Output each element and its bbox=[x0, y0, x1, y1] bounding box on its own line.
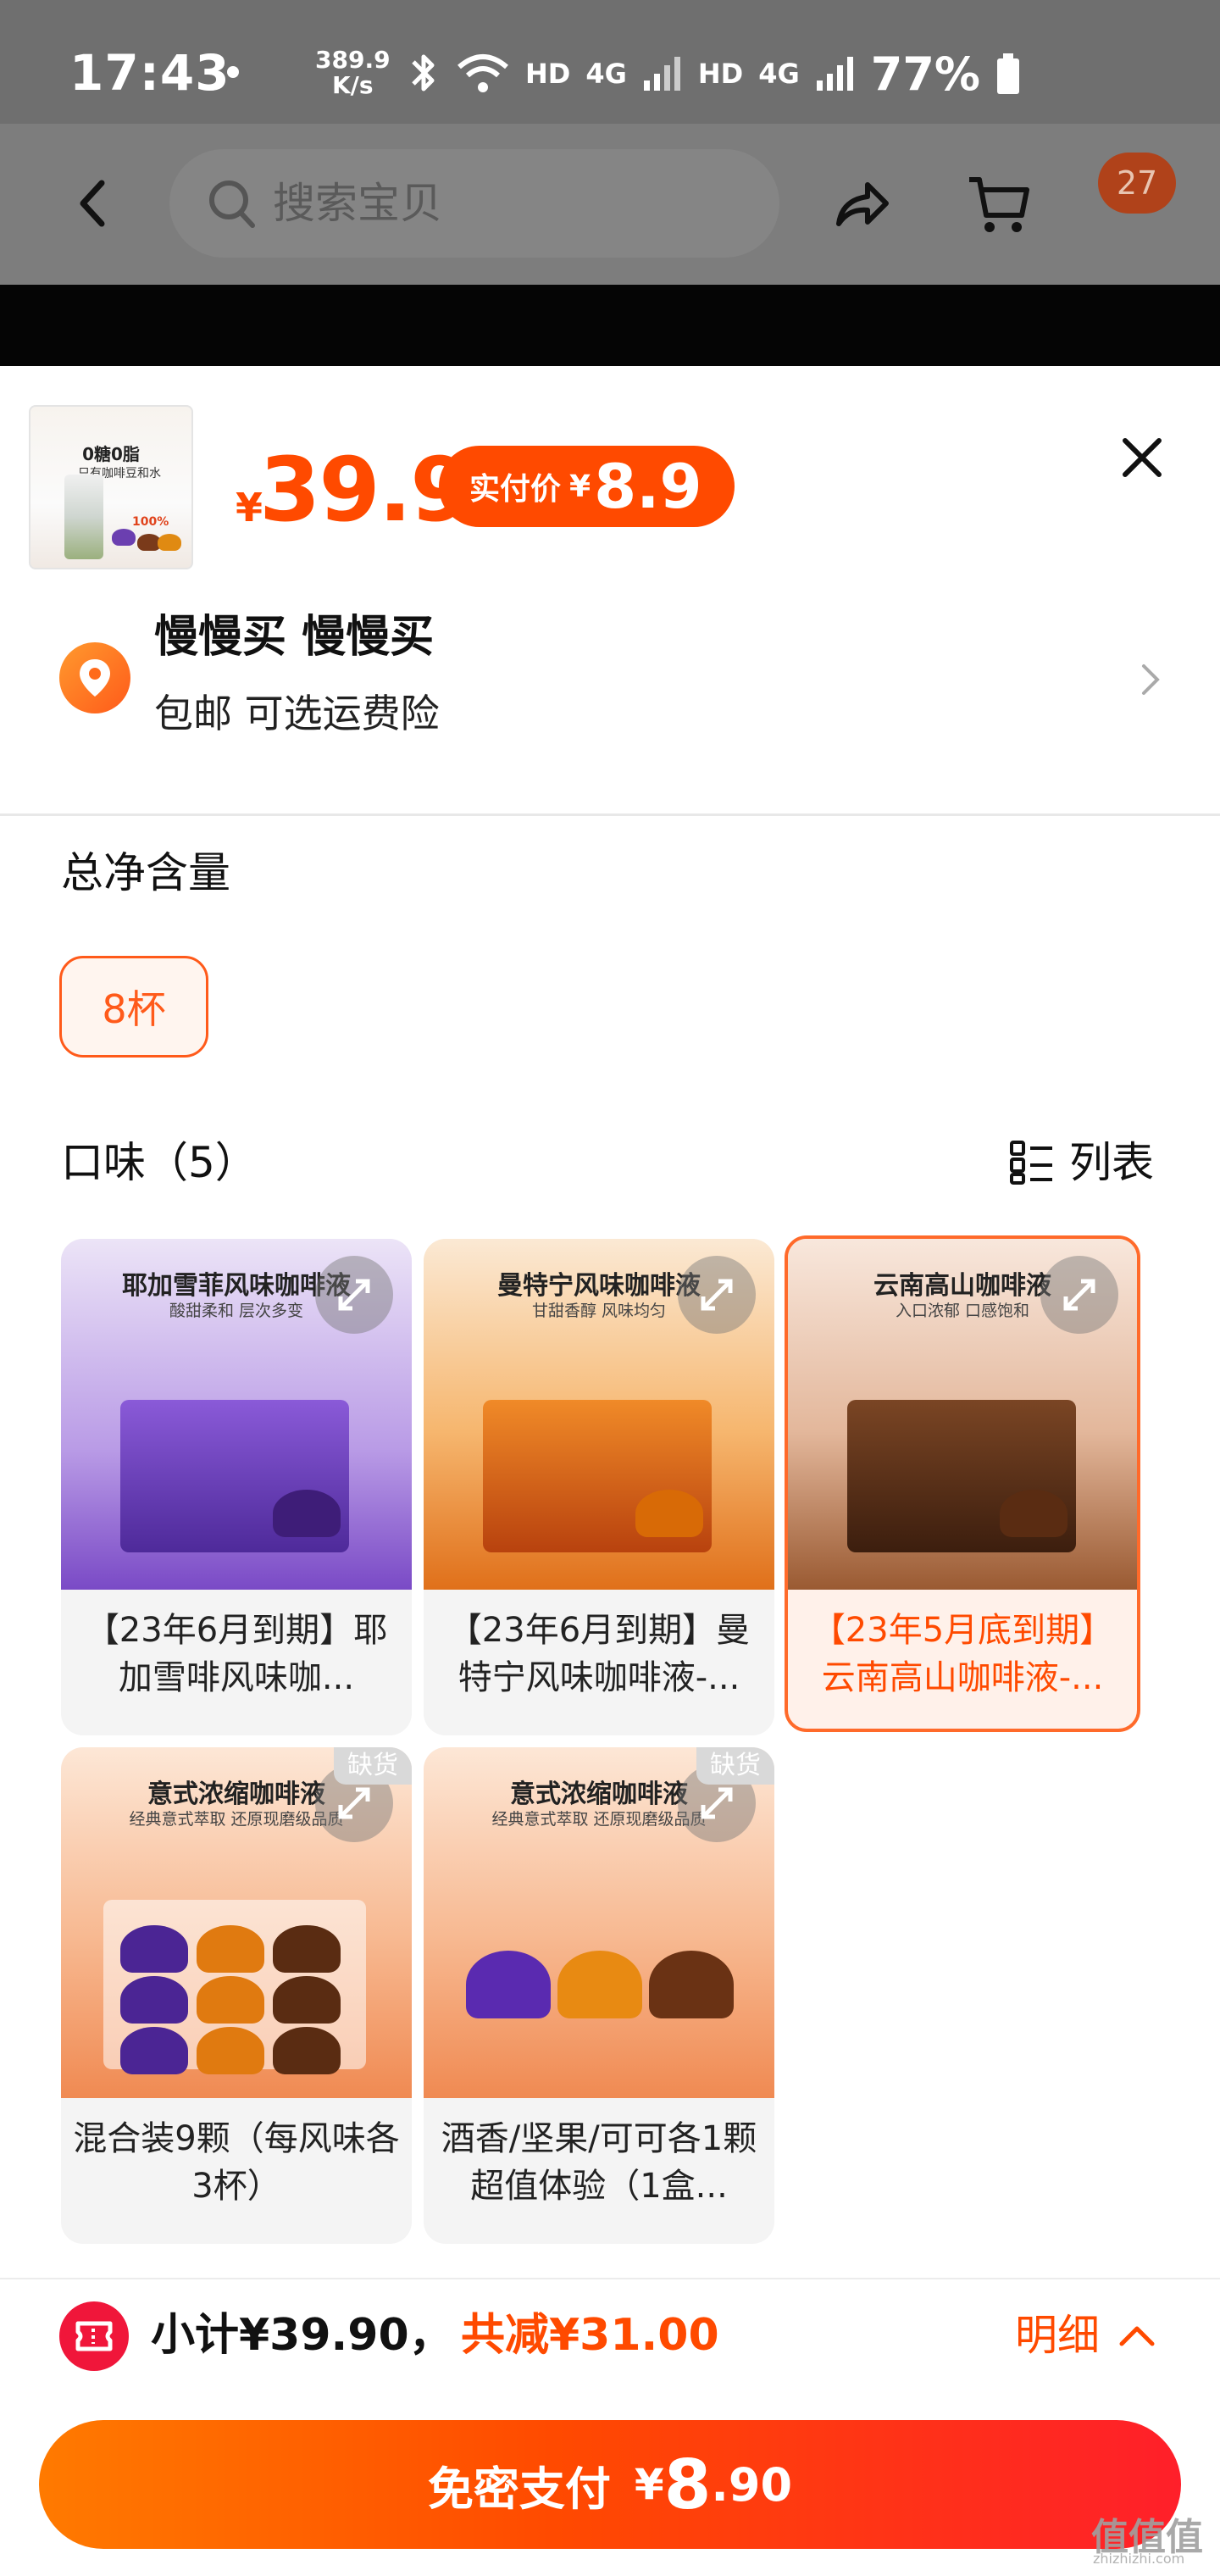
product-thumbnail[interactable]: 0糖0脂 只有咖啡豆和水 100% bbox=[29, 405, 193, 569]
battery-icon bbox=[997, 53, 1020, 94]
cart-icon[interactable] bbox=[966, 173, 1032, 237]
detail-toggle[interactable]: 明细 bbox=[1015, 2307, 1157, 2364]
close-icon[interactable] bbox=[1115, 430, 1169, 485]
flavor-card-yirgacheffe[interactable]: 耶加雪菲风味咖啡液 酸甜柔和 层次多变 【23年6月到期】耶加雪啡风味咖... bbox=[61, 1239, 412, 1735]
discount-total: 共减¥31.00 bbox=[461, 2310, 719, 2361]
footer-divider bbox=[0, 2278, 1220, 2279]
shipping-info[interactable]: 包邮 可选运费险 bbox=[154, 690, 440, 737]
signal-icon-1 bbox=[643, 57, 680, 91]
status-time: 17:43 bbox=[69, 44, 230, 102]
pay-button[interactable]: 免密支付 ¥ 8 .90 bbox=[39, 2420, 1181, 2549]
out-of-stock-badge: 缺货 bbox=[696, 1747, 774, 1785]
wifi-icon bbox=[458, 54, 508, 92]
expand-icon[interactable] bbox=[315, 1256, 393, 1334]
flavor-card-title: 【23年6月到期】曼特宁风味咖啡液-... bbox=[447, 1611, 751, 1697]
dim-overlay-strip bbox=[0, 285, 1220, 366]
hd-label-1: HD bbox=[525, 58, 571, 90]
notification-dot bbox=[227, 66, 239, 78]
flavor-card-yunnan[interactable]: 云南高山咖啡液 入口浓郁 口感饱和 【23年5月底到期】云南高山咖啡液-... bbox=[785, 1235, 1140, 1732]
chevron-up-icon bbox=[1119, 2326, 1155, 2346]
network-4g-2: 4G bbox=[758, 58, 800, 90]
chevron-right-icon[interactable] bbox=[1135, 659, 1166, 700]
list-icon bbox=[1010, 1141, 1052, 1185]
address-name[interactable]: 慢慢买 慢慢买 bbox=[154, 610, 434, 664]
flavor-card-title: 【23年6月到期】耶加雪啡风味咖... bbox=[85, 1611, 388, 1697]
back-arrow-icon[interactable] bbox=[68, 169, 119, 237]
flavor-card-title: 【23年5月底到期】云南高山咖啡液-... bbox=[811, 1611, 1114, 1697]
hd-label-2: HD bbox=[697, 58, 744, 90]
flavor-card-title: 混合装9颗（每风味各3杯） bbox=[73, 2119, 400, 2206]
search-bar[interactable] bbox=[169, 149, 779, 258]
flavor-card-mixed-9[interactable]: 意式浓缩咖啡液 经典意式萃取 还原现磨级品质 缺货 混合装9颗（每风味各3杯） bbox=[61, 1747, 412, 2244]
out-of-stock-badge: 缺货 bbox=[334, 1747, 412, 1785]
network-4g-1: 4G bbox=[585, 58, 627, 90]
flavor-card-title: 酒香/坚果/可可各1颗超值体验（1盒... bbox=[441, 2119, 757, 2206]
status-icons: HD 4G HD 4G 77% bbox=[407, 44, 1021, 103]
list-view-button[interactable]: 列表 bbox=[1008, 1135, 1154, 1190]
signal-icon-2 bbox=[816, 57, 853, 91]
cart-count-badge[interactable]: 27 bbox=[1098, 153, 1176, 214]
location-icon bbox=[59, 642, 130, 713]
bluetooth-icon bbox=[412, 54, 435, 92]
expand-icon[interactable] bbox=[1040, 1256, 1118, 1334]
status-bar: 17:43 389.9 K/s HD 4G HD 4G 77% bbox=[0, 0, 1220, 124]
subtotal-text: 小计¥39.90， bbox=[151, 2310, 453, 2361]
net-speed: 389.9 K/s bbox=[315, 46, 391, 99]
flavor-card-trial-3[interactable]: 意式浓缩咖啡液 经典意式萃取 还原现磨级品质 缺货 酒香/坚果/可可各1颗超值体… bbox=[424, 1747, 774, 2244]
coupon-icon bbox=[59, 2301, 129, 2371]
actual-price-pill: 实付价 ¥ 8.9 bbox=[439, 446, 735, 527]
flavor-title: 口味（5） bbox=[61, 1138, 258, 1187]
divider bbox=[0, 813, 1220, 816]
search-placeholder[interactable]: 搜索宝贝 bbox=[273, 176, 442, 230]
battery-percent: 77% bbox=[870, 47, 981, 101]
watermark-url: zhizhizhi.com bbox=[1093, 2551, 1185, 2567]
flavor-card-mandheling[interactable]: 曼特宁风味咖啡液 甘甜香醇 风味均匀 【23年6月到期】曼特宁风味咖啡液-... bbox=[424, 1239, 774, 1735]
expand-icon[interactable] bbox=[678, 1256, 756, 1334]
search-icon bbox=[209, 180, 255, 228]
capacity-title: 总净含量 bbox=[61, 848, 230, 897]
share-icon[interactable] bbox=[830, 175, 891, 236]
capacity-option-selected[interactable]: 8杯 bbox=[59, 956, 208, 1058]
